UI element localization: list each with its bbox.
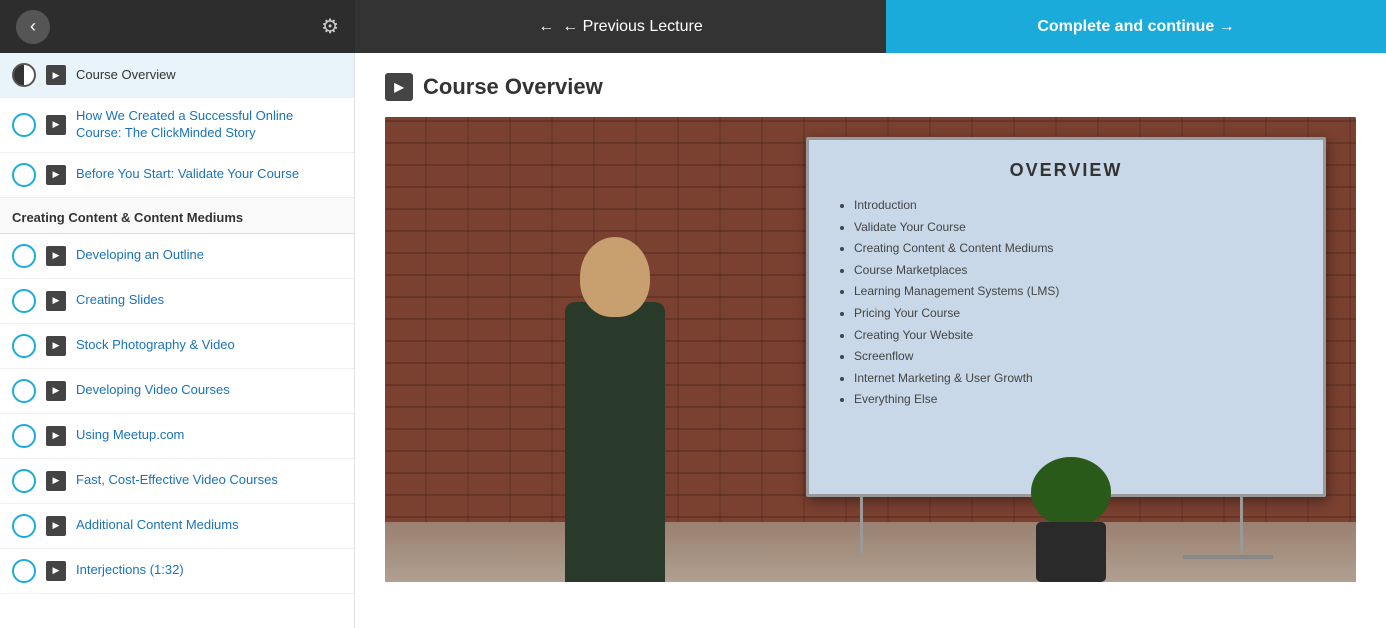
sidebar-item-fast-video[interactable]: ▶ Fast, Cost-Effective Video Courses — [0, 459, 354, 504]
sidebar-item-label: Stock Photography & Video — [76, 337, 235, 354]
check-circle — [12, 244, 36, 268]
sidebar-item-label: Fast, Cost-Effective Video Courses — [76, 472, 278, 489]
check-circle-half — [12, 63, 36, 87]
screen-list: Introduction Validate Your Course Creati… — [834, 195, 1298, 411]
check-circle — [12, 469, 36, 493]
screen-list-item: Creating Your Website — [854, 325, 1298, 347]
screen-list-item: Screenflow — [854, 346, 1298, 368]
video-player[interactable]: OVERVIEW Introduction Validate Your Cour… — [385, 117, 1356, 582]
screen-list-item: Validate Your Course — [854, 217, 1298, 239]
video-icon: ▶ — [46, 165, 66, 185]
video-scene: OVERVIEW Introduction Validate Your Cour… — [385, 117, 1356, 582]
video-icon: ▶ — [46, 426, 66, 446]
content-title: ▶ Course Overview — [385, 73, 1356, 101]
complete-continue-button[interactable]: Complete and continue → — [886, 0, 1386, 53]
check-circle — [12, 163, 36, 187]
video-icon: ▶ — [46, 561, 66, 581]
screen-base — [1183, 555, 1273, 559]
sidebar-item-clickminded[interactable]: ▶ How We Created a Successful Online Cou… — [0, 98, 354, 153]
projector-screen: OVERVIEW Introduction Validate Your Cour… — [806, 137, 1326, 497]
sidebar-item-developing-outline[interactable]: ▶ Developing an Outline — [0, 234, 354, 279]
plant-pot — [1036, 522, 1106, 582]
screen-list-item: Introduction — [854, 195, 1298, 217]
plant-leaves — [1031, 457, 1111, 527]
sidebar-item-additional-content[interactable]: ▶ Additional Content Mediums — [0, 504, 354, 549]
nav-left-panel: ‹ ⚙ — [0, 0, 355, 53]
video-icon: ▶ — [46, 115, 66, 135]
previous-lecture-button[interactable]: ← ← Previous Lecture — [355, 0, 886, 53]
sidebar-item-label: Creating Slides — [76, 292, 164, 309]
content-title-text: Course Overview — [423, 74, 603, 100]
video-icon: ▶ — [46, 65, 66, 85]
video-icon: ▶ — [46, 246, 66, 266]
sidebar-item-course-overview[interactable]: ▶ Course Overview — [0, 53, 354, 98]
sidebar-item-label: Using Meetup.com — [76, 427, 184, 444]
gear-button[interactable]: ⚙ — [321, 14, 339, 39]
check-circle — [12, 424, 36, 448]
check-circle — [12, 379, 36, 403]
video-icon: ▶ — [46, 336, 66, 356]
back-button[interactable]: ‹ — [16, 10, 50, 44]
plant — [1026, 462, 1116, 582]
sidebar-item-label: Additional Content Mediums — [76, 517, 239, 534]
sidebar-item-creating-slides[interactable]: ▶ Creating Slides — [0, 279, 354, 324]
sidebar-item-stock-photo[interactable]: ▶ Stock Photography & Video — [0, 324, 354, 369]
sidebar-item-developing-video[interactable]: ▶ Developing Video Courses — [0, 369, 354, 414]
content-area: ▶ Course Overview OVERVIEW Introduction … — [355, 53, 1386, 628]
screen-list-item: Creating Content & Content Mediums — [854, 238, 1298, 260]
sidebar-item-validate[interactable]: ▶ Before You Start: Validate Your Course — [0, 153, 354, 198]
check-circle — [12, 514, 36, 538]
prev-lecture-label: ← Previous Lecture — [562, 18, 703, 36]
main-layout: ▶ Course Overview ▶ How We Created a Suc… — [0, 53, 1386, 628]
check-circle — [12, 113, 36, 137]
sidebar-item-label: Before You Start: Validate Your Course — [76, 166, 299, 183]
sidebar-item-label: How We Created a Successful Online Cours… — [76, 108, 342, 142]
video-icon: ▶ — [46, 471, 66, 491]
check-circle — [12, 334, 36, 358]
video-icon: ▶ — [46, 291, 66, 311]
person-figure — [505, 162, 725, 582]
person-body — [565, 302, 665, 582]
sidebar-item-using-meetup[interactable]: ▶ Using Meetup.com — [0, 414, 354, 459]
sidebar-item-label: Developing Video Courses — [76, 382, 230, 399]
video-icon: ▶ — [46, 516, 66, 536]
top-nav: ‹ ⚙ ← ← Previous Lecture Complete and co… — [0, 0, 1386, 53]
screen-stand-left — [1240, 494, 1243, 554]
screen-list-item: Learning Management Systems (LMS) — [854, 281, 1298, 303]
title-video-icon: ▶ — [385, 73, 413, 101]
sidebar-item-label: Developing an Outline — [76, 247, 204, 264]
person-head — [580, 237, 650, 317]
screen-list-item: Internet Marketing & User Growth — [854, 368, 1298, 390]
section2-label: Creating Content & Content Mediums — [12, 210, 243, 225]
check-circle — [12, 289, 36, 313]
sidebar-item-label: Interjections (1:32) — [76, 562, 184, 579]
check-circle — [12, 559, 36, 583]
section2-header: Creating Content & Content Mediums — [0, 198, 354, 234]
video-icon: ▶ — [46, 381, 66, 401]
prev-arrow-icon: ← — [538, 18, 554, 36]
sidebar-item-label: Course Overview — [76, 67, 176, 84]
sidebar-item-interjections[interactable]: ▶ Interjections (1:32) — [0, 549, 354, 594]
complete-label: Complete and continue → — [1037, 18, 1234, 36]
screen-title: OVERVIEW — [834, 160, 1298, 181]
screen-list-item: Everything Else — [854, 389, 1298, 411]
screen-stand-right — [860, 494, 863, 554]
sidebar: ▶ Course Overview ▶ How We Created a Suc… — [0, 53, 355, 628]
screen-list-item: Pricing Your Course — [854, 303, 1298, 325]
screen-list-item: Course Marketplaces — [854, 260, 1298, 282]
